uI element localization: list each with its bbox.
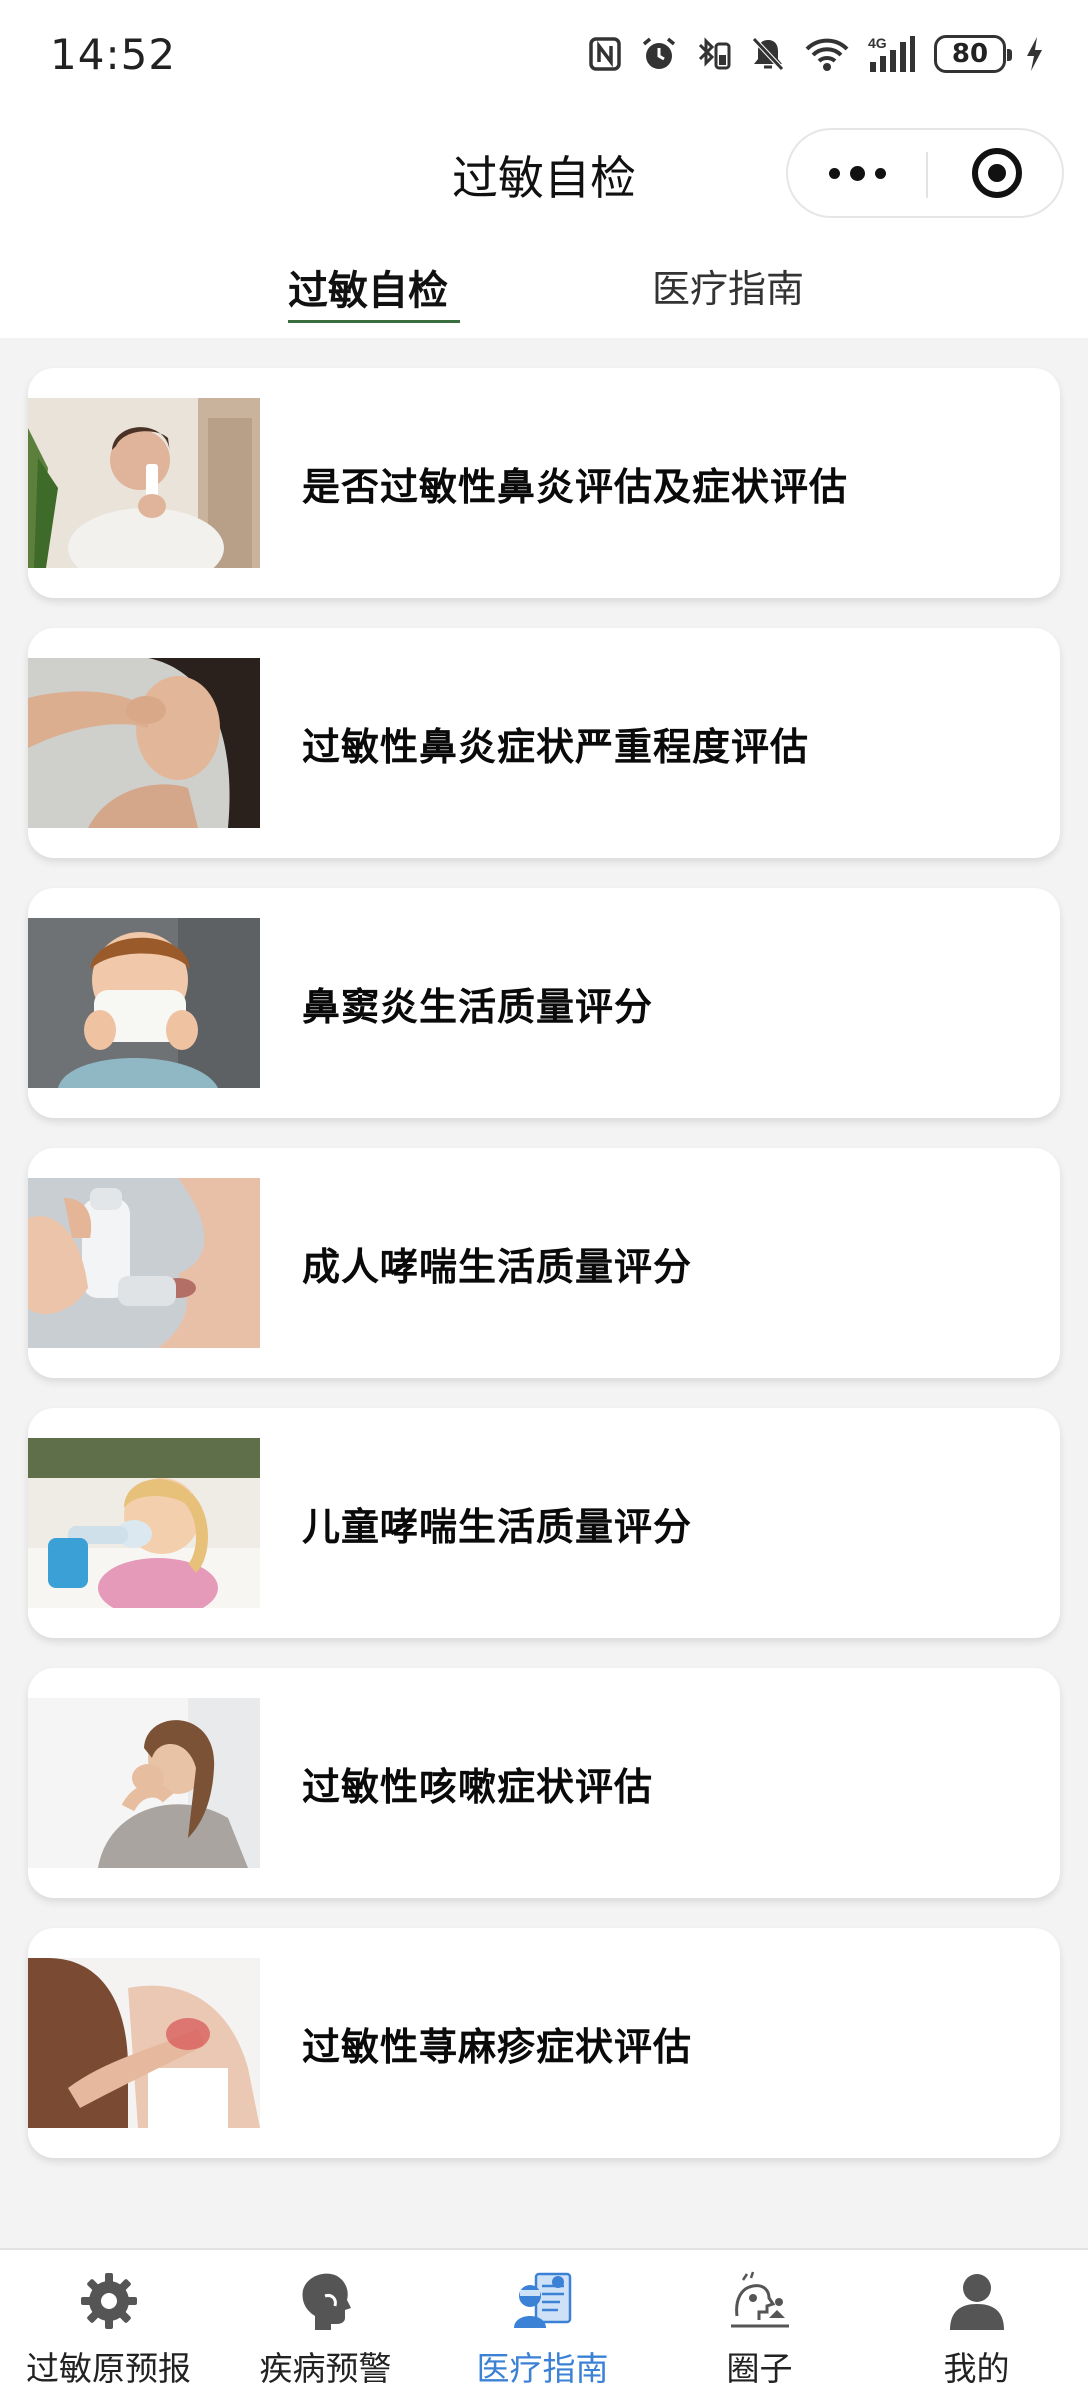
mini-program-capsule	[786, 128, 1064, 218]
assessment-card[interactable]: 儿童哮喘生活质量评分	[28, 1408, 1060, 1638]
bottom-tab-medical-guide[interactable]: 医疗指南	[434, 2250, 651, 2400]
status-bar: 14:52 4G 80	[0, 0, 1088, 112]
assessment-card[interactable]: 是否过敏性鼻炎评估及症状评估	[28, 368, 1060, 598]
status-time: 14:52	[50, 30, 177, 79]
card-title: 是否过敏性鼻炎评估及症状评估	[302, 464, 849, 509]
bottom-tab-label: 医疗指南	[476, 2349, 609, 2388]
mute-icon	[752, 37, 784, 71]
assessment-card[interactable]: 过敏性咳嗽症状评估	[28, 1668, 1060, 1898]
bottom-tab-label: 圈子	[726, 2349, 793, 2388]
svg-text:4G: 4G	[868, 35, 887, 51]
charging-icon	[1027, 37, 1042, 71]
gear-icon	[78, 2270, 140, 2332]
user-icon	[946, 2270, 1008, 2332]
woman-scratching-arm-photo	[28, 1958, 260, 2128]
target-close-icon[interactable]	[928, 130, 1066, 216]
tab-medical-guide[interactable]: 医疗指南	[652, 258, 804, 313]
card-title: 过敏性荨麻疹症状评估	[302, 2024, 693, 2069]
battery-icon: 80	[934, 35, 1012, 73]
bottom-tab-disease-warning[interactable]: 疾病预警	[217, 2250, 434, 2400]
card-title: 儿童哮喘生活质量评分	[302, 1504, 693, 1549]
bluetooth-icon	[698, 37, 731, 70]
child-nebulizer-photo	[28, 1438, 260, 1608]
boy-blowing-nose-photo	[28, 918, 260, 1088]
signal-icon: 4G	[868, 35, 915, 72]
tab-active-underline	[288, 320, 460, 323]
assessment-card[interactable]: 成人哮喘生活质量评分	[28, 1148, 1060, 1378]
head-profile-icon	[295, 2270, 357, 2332]
bottom-tab-bar: 过敏原预报 疾病预警 医疗指南 圈子 我的	[0, 2248, 1088, 2400]
card-title: 过敏性咳嗽症状评估	[302, 1764, 654, 1809]
bottom-tab-allergen-forecast[interactable]: 过敏原预报	[0, 2250, 217, 2400]
bottom-tab-label: 过敏原预报	[26, 2349, 191, 2388]
woman-nasal-spray-photo	[28, 398, 260, 568]
nav-bar: 过敏自检	[0, 112, 1088, 232]
community-icon	[729, 2270, 791, 2332]
assessment-card[interactable]: 过敏性鼻炎症状严重程度评估	[28, 628, 1060, 858]
card-title: 过敏性鼻炎症状严重程度评估	[302, 724, 810, 769]
doctor-clipboard-icon	[512, 2270, 574, 2332]
tab-self-check[interactable]: 过敏自检	[288, 258, 448, 316]
nfc-icon	[589, 37, 621, 71]
card-title: 鼻窦炎生活质量评分	[302, 984, 654, 1029]
battery-level: 80	[951, 39, 989, 69]
status-icons: 4G 80	[588, 32, 1044, 76]
top-tabs: 过敏自检 医疗指南	[0, 232, 1088, 338]
assessment-card[interactable]: 过敏性荨麻疹症状评估	[28, 1928, 1060, 2158]
woman-coughing-photo	[28, 1698, 260, 1868]
inhaler-photo	[28, 1178, 260, 1348]
woman-pinching-nose-photo	[28, 658, 260, 828]
bottom-tab-mine[interactable]: 我的	[868, 2250, 1085, 2400]
alarm-icon	[642, 37, 676, 69]
card-title: 成人哮喘生活质量评分	[302, 1244, 693, 1289]
more-dots-icon[interactable]	[788, 130, 926, 216]
assessment-card[interactable]: 鼻窦炎生活质量评分	[28, 888, 1060, 1118]
bottom-tab-community[interactable]: 圈子	[651, 2250, 868, 2400]
wifi-icon	[805, 38, 849, 71]
bottom-tab-label: 疾病预警	[259, 2349, 392, 2388]
bottom-tab-label: 我的	[943, 2349, 1010, 2388]
